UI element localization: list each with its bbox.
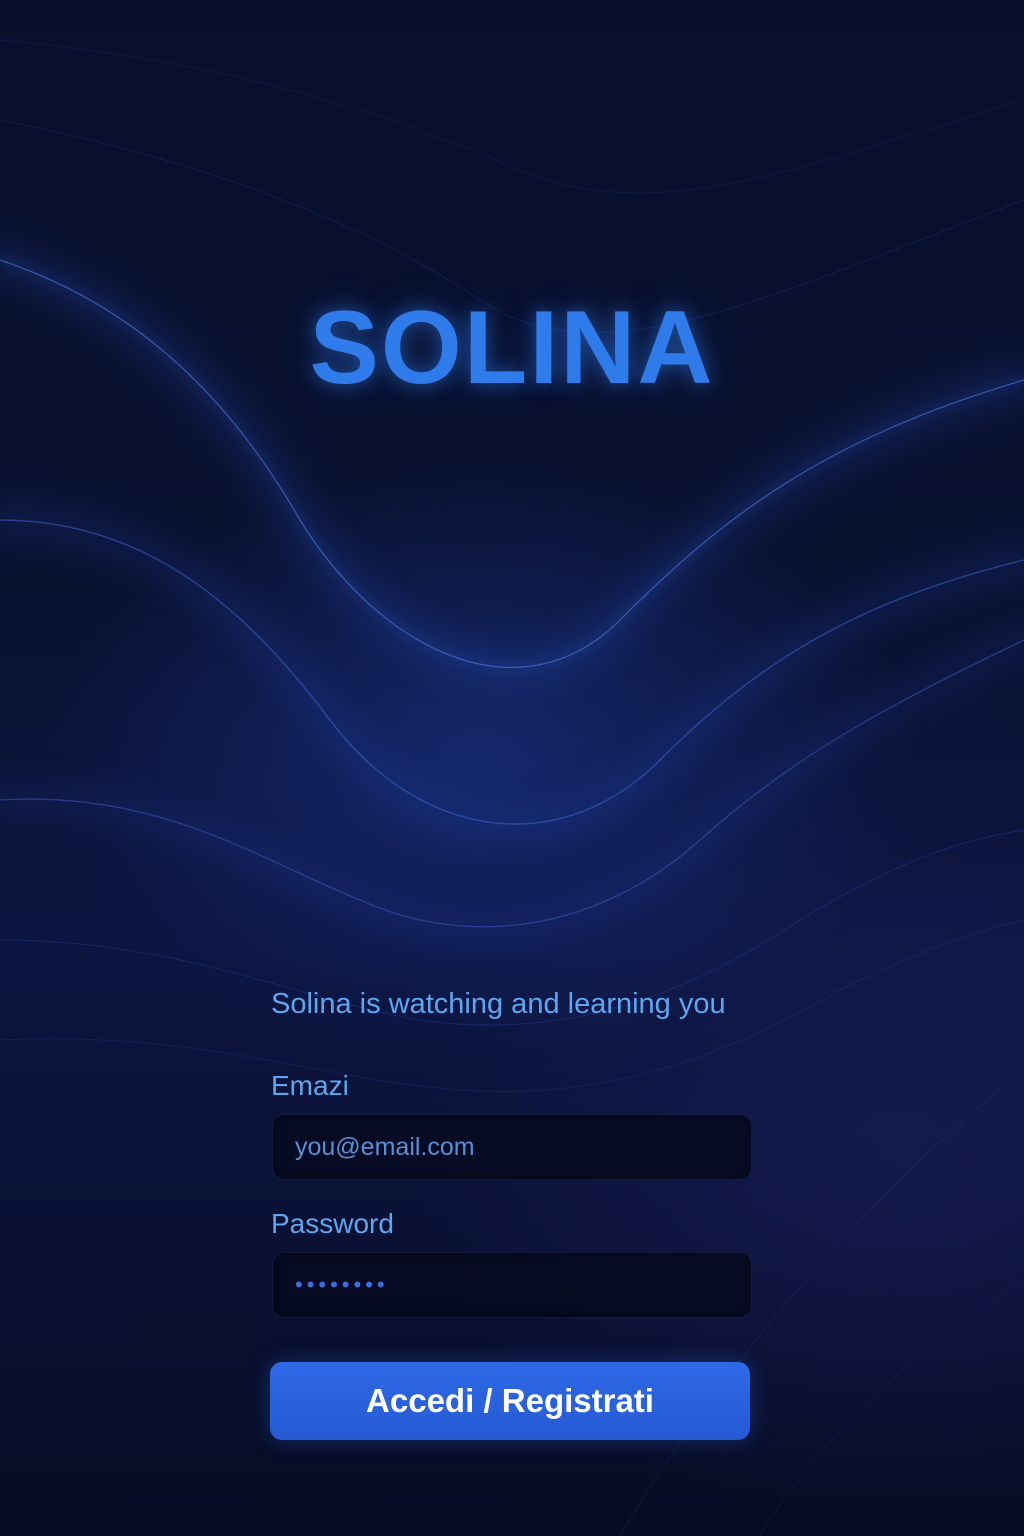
email-field-container bbox=[272, 1114, 752, 1180]
password-field[interactable] bbox=[273, 1253, 751, 1317]
email-field[interactable] bbox=[273, 1115, 751, 1179]
login-register-button[interactable]: Accedi / Registrati bbox=[270, 1362, 750, 1440]
login-screen: SOLINA Solina is watching and learning y… bbox=[0, 0, 1024, 1536]
password-label: Password bbox=[271, 1208, 394, 1239]
app-logo: SOLINA bbox=[309, 290, 715, 406]
password-field-container bbox=[272, 1252, 752, 1318]
email-label: Emazi bbox=[271, 1070, 349, 1101]
tagline: Solina is watching and learning you bbox=[271, 988, 726, 1020]
